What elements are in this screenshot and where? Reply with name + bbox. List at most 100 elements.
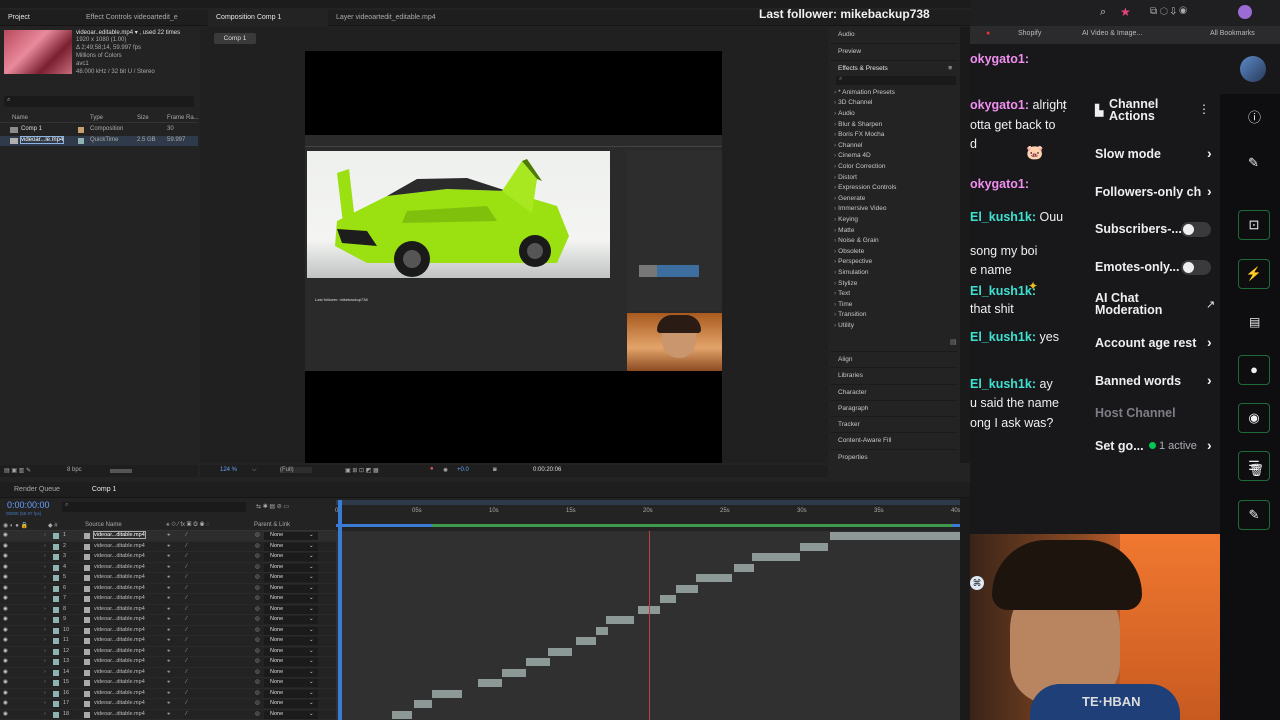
banned-words-button[interactable]: Banned words: [1095, 374, 1181, 388]
chevron-down-icon[interactable]: ⌄: [309, 669, 314, 675]
bpc-button[interactable]: 8 bpc: [67, 467, 82, 473]
layer-duration-bar[interactable]: [526, 658, 550, 666]
visibility-eye-icon[interactable]: ◉: [3, 564, 8, 570]
timeline-search-input[interactable]: ⌕: [62, 502, 246, 512]
youtube-icon[interactable]: ●: [986, 30, 990, 37]
table-row[interactable]: ◉ › 9 videoar...ditable.mp4 ⚹ ⁄ ◎ None ⌄: [0, 615, 336, 626]
visibility-eye-icon[interactable]: ◉: [3, 553, 8, 559]
shy-icon[interactable]: ⚹: [167, 711, 170, 718]
chat-message[interactable]: that shit: [970, 302, 1014, 316]
label-color[interactable]: [53, 596, 59, 602]
layer-switch-icons[interactable]: ⚹ ◇ ⁄ fx ▣ ◎ ◉ ◌: [166, 522, 210, 529]
host-channel-button[interactable]: Host Channel: [1095, 406, 1176, 420]
col-size[interactable]: Size: [137, 115, 149, 121]
pickwhip-icon[interactable]: ◎: [255, 585, 260, 591]
layer-duration-bar[interactable]: [478, 679, 502, 687]
chevron-right-icon[interactable]: ›: [1207, 437, 1212, 453]
chevron-down-icon[interactable]: ⌵: [252, 467, 257, 474]
external-link-icon[interactable]: ↗: [1206, 298, 1215, 311]
label-color[interactable]: [53, 554, 59, 560]
pickwhip-icon[interactable]: ◎: [255, 553, 260, 559]
layer-name[interactable]: videoar...ditable.mp4: [94, 669, 145, 675]
label-color[interactable]: [53, 648, 59, 655]
bookmark-ai-video[interactable]: AI Video & Image...: [1082, 30, 1142, 37]
visibility-eye-icon[interactable]: ◉: [3, 532, 8, 538]
color-channel-icon[interactable]: ●: [430, 466, 434, 472]
pickwhip-icon[interactable]: ◎: [255, 532, 260, 538]
chevron-right-icon[interactable]: ›: [834, 110, 836, 117]
quality-icon[interactable]: ⁄: [186, 574, 187, 580]
channel-avatar[interactable]: [1240, 56, 1266, 82]
col-source-name[interactable]: Source Name: [85, 522, 122, 528]
effect-category[interactable]: › Keying: [830, 215, 958, 226]
effect-category[interactable]: › Color Correction: [830, 162, 958, 173]
layer-duration-bar[interactable]: [596, 626, 608, 635]
pickwhip-icon[interactable]: ◎: [255, 627, 260, 633]
label-color[interactable]: [53, 533, 59, 539]
chevron-down-icon[interactable]: ⌄: [309, 637, 314, 643]
chevron-down-icon[interactable]: ⌄: [309, 595, 314, 601]
quality-icon[interactable]: ⁄: [186, 648, 187, 654]
quality-icon[interactable]: ⁄: [186, 616, 187, 622]
panel-scrollbar[interactable]: [960, 27, 970, 463]
trash-icon[interactable]: 🗑: [1249, 463, 1264, 477]
panel-character[interactable]: Character: [830, 383, 958, 400]
panel-properties[interactable]: Properties: [830, 448, 958, 465]
layer-duration-bar[interactable]: [414, 700, 432, 708]
pickwhip-icon[interactable]: ◎: [255, 679, 260, 685]
chevron-right-icon[interactable]: ›: [834, 89, 836, 96]
exposure-value[interactable]: +0.0: [457, 467, 469, 473]
layer-name[interactable]: videoar...ditable.mp4: [93, 531, 146, 539]
chat-username[interactable]: El_kush1k:: [970, 377, 1036, 391]
label-color[interactable]: [53, 575, 59, 581]
slow-mode-button[interactable]: Slow mode: [1095, 147, 1161, 161]
chevron-down-icon[interactable]: ⌄: [309, 585, 314, 591]
chevron-down-icon[interactable]: ⌄: [309, 553, 314, 559]
chevron-down-icon[interactable]: ⌄: [309, 543, 314, 549]
visibility-eye-icon[interactable]: ◉: [3, 595, 8, 601]
quality-icon[interactable]: ⁄: [186, 711, 187, 717]
zoom-dropdown[interactable]: 124 %: [220, 467, 237, 473]
table-row[interactable]: ◉ › 11 videoar...ditable.mp4 ⚹ ⁄ ◎ None ⌄: [0, 636, 336, 647]
pickwhip-icon[interactable]: ◎: [255, 616, 260, 622]
preview-panel[interactable]: Preview: [830, 43, 958, 59]
chevron-down-icon[interactable]: ⌄: [309, 690, 314, 696]
lightning-icon[interactable]: ⚡: [1238, 259, 1270, 289]
quality-icon[interactable]: ⁄: [186, 585, 187, 591]
layer-duration-bar[interactable]: [576, 637, 596, 645]
expand-chevron-icon[interactable]: ›: [44, 564, 46, 570]
ai-chat-moderation-button[interactable]: AI Chat Moderation: [1095, 292, 1162, 317]
layer-duration-bar[interactable]: [432, 689, 462, 698]
layer-name[interactable]: videoar...ditable.mp4: [94, 564, 145, 570]
label-color[interactable]: [53, 638, 59, 644]
shy-icon[interactable]: ⚹: [167, 648, 170, 655]
layer-duration-bar[interactable]: [696, 574, 732, 582]
chevron-down-icon[interactable]: ⌄: [309, 564, 314, 570]
quality-icon[interactable]: ⁄: [186, 532, 187, 538]
layer-name[interactable]: videoar...ditable.mp4: [94, 690, 145, 696]
chevron-right-icon[interactable]: ›: [834, 163, 836, 170]
layer-name[interactable]: videoar...ditable.mp4: [94, 648, 145, 654]
chat-message[interactable]: El_kush1k:: [970, 284, 1036, 298]
expand-chevron-icon[interactable]: ›: [44, 595, 46, 601]
pickwhip-icon[interactable]: ◎: [255, 690, 260, 696]
chevron-right-icon[interactable]: ›: [834, 216, 836, 223]
visibility-eye-icon[interactable]: ◉: [3, 627, 8, 633]
pickwhip-icon[interactable]: ◎: [255, 648, 260, 654]
chat-message[interactable]: El_kush1k: ay: [970, 377, 1053, 391]
chevron-right-icon[interactable]: ›: [834, 184, 836, 191]
chat-username[interactable]: okygato1:: [970, 98, 1029, 112]
quality-icon[interactable]: ⁄: [186, 606, 187, 612]
expand-chevron-icon[interactable]: ›: [44, 585, 46, 591]
chevron-right-icon[interactable]: ›: [834, 280, 836, 287]
bookmark-star-icon[interactable]: ★: [1120, 5, 1131, 19]
chat-message[interactable]: okygato1: alright: [970, 98, 1067, 112]
panel-menu-icon[interactable]: ≡: [948, 61, 952, 77]
chevron-down-icon[interactable]: ⌄: [309, 700, 314, 706]
chevron-right-icon[interactable]: ›: [834, 152, 836, 159]
pickwhip-icon[interactable]: ◎: [255, 711, 260, 717]
chat-message[interactable]: ong I ask was?: [970, 416, 1053, 430]
screenshot-icon[interactable]: ⊡: [1238, 210, 1270, 240]
pickwhip-icon[interactable]: ◎: [255, 574, 260, 580]
wrench-icon[interactable]: ✎: [1238, 500, 1270, 530]
